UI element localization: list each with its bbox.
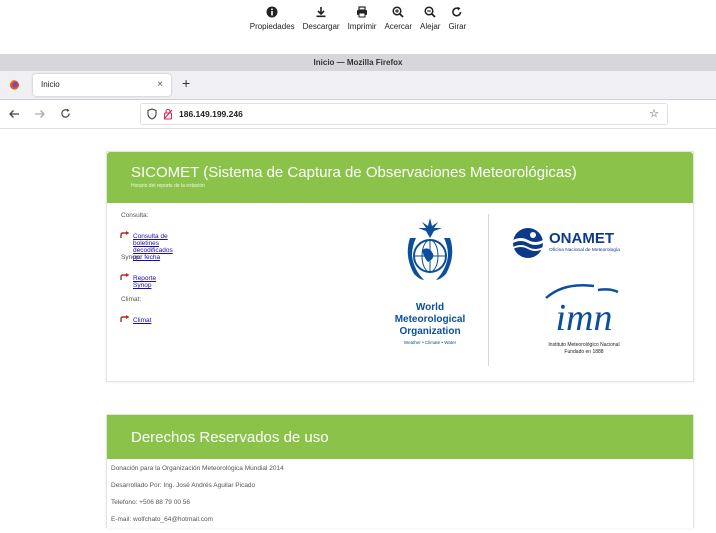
- imn-wordmark-text: imn: [556, 297, 613, 339]
- firefox-logo-icon: [9, 79, 20, 90]
- download-icon: [316, 7, 326, 18]
- info-icon: [266, 6, 278, 18]
- imn-line-1: Instituto Meteorológico Nacional: [548, 342, 620, 348]
- page-title: SICOMET (Sistema de Captura de Observaci…: [131, 164, 577, 181]
- imn-logo: imn Instituto Meteorológico Nacional Fun…: [524, 280, 644, 368]
- viewer-toolbar: Propiedades Descargar Imprimir Acercar A…: [0, 0, 716, 44]
- url-text[interactable]: 186.149.199.246: [179, 104, 243, 124]
- footer-line-developer: Desarrollado Por: Ing. José Andrés Aguil…: [111, 482, 256, 489]
- onamet-emblem-icon: [513, 228, 543, 258]
- forward-icon[interactable]: [34, 109, 46, 119]
- zoom-in-button[interactable]: Acercar: [381, 6, 415, 31]
- synop-link[interactable]: Reporte Synop: [133, 275, 156, 289]
- footer-header: Derechos Reservados de uso: [107, 415, 693, 459]
- tab-close-icon[interactable]: ×: [157, 74, 163, 96]
- zoom-in-label: Acercar: [384, 22, 413, 31]
- zoom-out-label: Alejar: [420, 22, 441, 31]
- logo-divider: [488, 214, 489, 366]
- imn-line-2: Fundado en 1888: [564, 349, 604, 355]
- download-button[interactable]: Descargar: [300, 6, 343, 31]
- print-button[interactable]: Imprimir: [345, 6, 380, 31]
- tab-strip: Inicio × +: [0, 71, 716, 100]
- print-label: Imprimir: [347, 22, 377, 31]
- properties-label: Propiedades: [249, 22, 295, 31]
- footer-card: Derechos Reservados de uso Donación para…: [106, 414, 694, 528]
- synop-label: Synop:: [121, 254, 142, 261]
- rotate-icon: [452, 6, 462, 17]
- shield-icon[interactable]: [147, 108, 157, 120]
- main-header: SICOMET (Sistema de Captura de Observaci…: [107, 152, 693, 203]
- wmo-logo: World Meteorological Organization Weathe…: [385, 216, 475, 376]
- new-tab-button[interactable]: +: [182, 75, 190, 91]
- climat-link[interactable]: Climat: [133, 317, 151, 324]
- climat-label: Climat:: [121, 296, 142, 303]
- footer-info: Donación para la Organización Meteorológ…: [111, 465, 284, 533]
- onamet-logo: ONAMET Oficina Nacional de Meteorología: [511, 226, 661, 260]
- tab-inicio[interactable]: Inicio ×: [33, 74, 171, 96]
- page-subtitle: Horario del reporte de la estación: [131, 183, 205, 189]
- lock-warning-icon[interactable]: [163, 108, 173, 120]
- rotate-label: Girar: [448, 22, 467, 31]
- window-title: Inicio — Mozilla Firefox: [0, 54, 716, 71]
- footer-title: Derechos Reservados de uso: [131, 429, 329, 446]
- zoom-out-icon: [424, 6, 436, 18]
- imn-wordmark-icon: imn: [545, 284, 619, 339]
- footer-line-phone: Telefono: +506 88 79 00 56: [111, 499, 190, 506]
- back-icon[interactable]: [8, 109, 20, 119]
- download-label: Descargar: [302, 22, 340, 31]
- redirect-arrow-icon: [120, 273, 130, 280]
- wmo-line-1: World: [415, 302, 445, 313]
- redirect-arrow-icon: [120, 231, 130, 238]
- main-card: SICOMET (Sistema de Captura de Observaci…: [106, 151, 694, 382]
- footer-line-donation: Donación para la Organización Meteorológ…: [111, 465, 284, 472]
- rotate-button[interactable]: Girar: [445, 6, 469, 31]
- consulta-label: Consulta:: [121, 212, 149, 219]
- bookmark-star-icon[interactable]: ☆: [649, 107, 659, 120]
- tab-label: Inicio: [41, 80, 60, 89]
- zoom-out-button[interactable]: Alejar: [417, 6, 443, 31]
- redirect-arrow-icon: [120, 315, 130, 322]
- wmo-line-2: Meteorological: [394, 314, 466, 325]
- wmo-emblem-icon: [407, 218, 453, 280]
- zoom-in-icon: [392, 6, 404, 18]
- reload-icon[interactable]: [60, 108, 71, 119]
- onamet-name: ONAMET: [549, 230, 614, 247]
- navigation-bar: 186.149.199.246 ☆: [0, 100, 716, 129]
- address-bar[interactable]: 186.149.199.246 ☆: [140, 103, 668, 125]
- wmo-line-3: Organization: [399, 326, 461, 337]
- properties-button[interactable]: Propiedades: [247, 6, 298, 31]
- print-icon: [357, 6, 367, 18]
- footer-line-email: E-mail: wolfchato_64@hotmail.com: [111, 516, 213, 523]
- onamet-subtitle: Oficina Nacional de Meteorología: [549, 248, 620, 253]
- wmo-tagline: Weather • Climate • Water: [403, 340, 457, 345]
